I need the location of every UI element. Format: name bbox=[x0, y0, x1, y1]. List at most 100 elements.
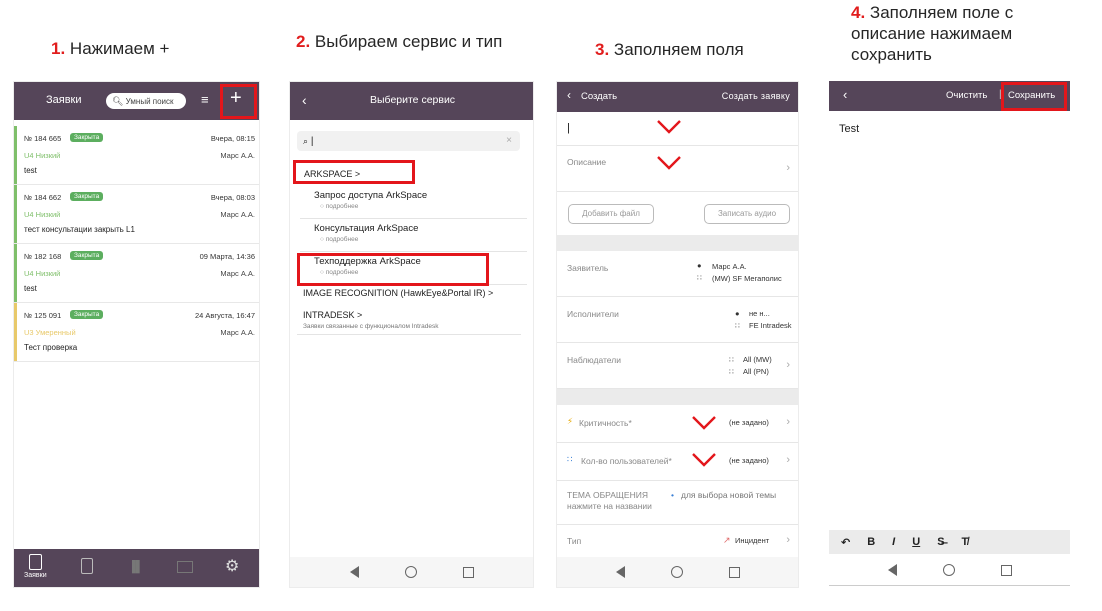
status-badge: Закрыта bbox=[70, 133, 104, 142]
ticket-row[interactable]: № 184 662 Закрыта Вчера, 08:03 U4 Низкий … bbox=[14, 185, 259, 244]
step-2-caption: 2. Выбираем сервис и тип bbox=[296, 32, 503, 51]
ticket-priority: U3 Умеренный bbox=[24, 328, 76, 337]
ticket-title: Тест проверка bbox=[24, 343, 78, 352]
recents-nav-icon[interactable] bbox=[462, 566, 474, 578]
service-item-title: Консультация ArkSpace bbox=[314, 223, 419, 234]
italic-icon[interactable]: I bbox=[892, 536, 895, 548]
applicant-row[interactable]: Заявитель ● Марс А.А. ∷ (MW) SF Мегаполи… bbox=[557, 251, 798, 297]
android-navbar bbox=[290, 557, 533, 587]
back-nav-icon[interactable] bbox=[615, 566, 625, 578]
create-ticket-button[interactable]: Создать заявку bbox=[722, 91, 790, 101]
ticket-row[interactable]: № 182 168 Закрыта 09 Марта, 14:36 U4 Низк… bbox=[14, 244, 259, 303]
chevron-right-icon: › bbox=[786, 359, 790, 371]
service-search-field[interactable]: ⌕ | × bbox=[297, 131, 520, 151]
screen-description-editor: ‹ Очистить | Сохранить Test ↶ B I U S̶ T̸ bbox=[829, 81, 1070, 586]
chevron-right-icon: › bbox=[786, 454, 790, 466]
step-4-caption: 4. Заполняем поле с описание нажимаем со… bbox=[851, 3, 1014, 64]
type-row[interactable]: Тип ↗ Инцидент › bbox=[557, 525, 798, 559]
create-back-label[interactable]: Создать bbox=[581, 91, 617, 102]
strikethrough-icon[interactable]: S̶ bbox=[937, 536, 944, 548]
ticket-author: Марс А.А. bbox=[220, 269, 255, 278]
ticket-row[interactable]: № 125 091 Закрыта 24 Августа, 16:47 U3 Ум… bbox=[14, 303, 259, 362]
user-icon: ● bbox=[697, 261, 702, 270]
priority-bar bbox=[14, 126, 17, 184]
android-navbar bbox=[829, 555, 1070, 586]
chevron-right-icon: › bbox=[786, 162, 790, 174]
screen-create-ticket: ‹ Создать Создать заявку | Описание › До… bbox=[556, 81, 799, 588]
home-nav-icon[interactable] bbox=[670, 566, 683, 578]
back-nav-icon[interactable] bbox=[349, 566, 359, 578]
group-icon: ∷ bbox=[735, 321, 740, 330]
tab-knowledge[interactable] bbox=[81, 558, 93, 574]
ticket-title: test bbox=[24, 284, 37, 293]
clear-icon[interactable]: × bbox=[506, 131, 512, 151]
ticket-number: № 125 091 bbox=[24, 311, 62, 320]
group-image-recognition[interactable]: IMAGE RECOGNITION (HawkEye&Portal IR) > bbox=[303, 288, 493, 298]
tab-assets[interactable] bbox=[177, 561, 193, 573]
status-badge: Закрыта bbox=[70, 192, 104, 201]
ticket-date: Вчера, 08:03 bbox=[210, 193, 255, 202]
back-icon[interactable]: ‹ bbox=[843, 87, 847, 102]
service-item[interactable]: Консультация ArkSpace ○ подробнее bbox=[300, 219, 527, 252]
service-item-more[interactable]: ○ подробнее bbox=[320, 203, 358, 210]
bold-icon[interactable]: B bbox=[867, 536, 875, 548]
ticket-number: № 184 662 bbox=[24, 193, 62, 202]
back-nav-icon[interactable] bbox=[887, 564, 897, 576]
section-divider bbox=[557, 235, 798, 251]
service-item-more[interactable]: ○ подробнее bbox=[320, 236, 358, 243]
ticket-date: 24 Августа, 16:47 bbox=[194, 311, 255, 320]
back-icon[interactable]: ‹ bbox=[302, 92, 307, 108]
undo-icon[interactable]: ↶ bbox=[841, 536, 850, 549]
add-file-button[interactable]: Добавить файл bbox=[568, 204, 654, 224]
service-item[interactable]: Запрос доступа ArkSpace ○ подробнее bbox=[300, 186, 527, 219]
underline-icon[interactable]: U bbox=[912, 536, 920, 548]
smart-search-button[interactable]: 🔍︎ Умный поиск bbox=[106, 93, 186, 109]
record-audio-button[interactable]: Записать аудио bbox=[704, 204, 790, 224]
tab-settings[interactable]: ⚙ bbox=[225, 556, 239, 576]
clear-button[interactable]: Очистить bbox=[946, 90, 987, 101]
recents-nav-icon[interactable] bbox=[728, 566, 740, 578]
service-appbar: ‹ Выберите сервис bbox=[290, 82, 533, 120]
group-icon: ∷ bbox=[697, 273, 702, 282]
priority-bar bbox=[14, 185, 17, 243]
divider bbox=[297, 334, 521, 335]
topic-row[interactable]: ТЕМА ОБРАЩЕНИЯ нажмите на названии • для… bbox=[557, 481, 798, 525]
annotation-chevron-icon bbox=[692, 453, 716, 467]
chevron-right-icon: › bbox=[786, 416, 790, 428]
criticality-row[interactable]: ⚡︎ Критичность* (не задано) › bbox=[557, 405, 798, 443]
observers-row[interactable]: Наблюдатели ∷ All (MW) ∷ All (PN) › bbox=[557, 343, 798, 389]
ticket-title: тест консультации закрыть L1 bbox=[24, 225, 135, 234]
filter-icon[interactable]: ≡ bbox=[201, 92, 209, 107]
back-icon[interactable]: ‹ bbox=[567, 88, 571, 102]
users-count-row[interactable]: ∷ Кол-во пользователей* (не задано) › bbox=[557, 443, 798, 481]
home-nav-icon[interactable] bbox=[942, 564, 955, 576]
status-badge: Закрыта bbox=[70, 251, 104, 260]
user-icon: ● bbox=[735, 309, 740, 318]
step-3-caption: 3. Заполняем поля bbox=[595, 40, 744, 59]
priority-bar bbox=[14, 244, 17, 302]
ticket-priority: U4 Низкий bbox=[24, 210, 61, 219]
ticket-number: № 182 168 bbox=[24, 252, 62, 261]
ticket-author: Марс А.А. bbox=[220, 151, 255, 160]
ticket-row[interactable]: № 184 665 Закрыта Вчера, 08:15 U4 Низкий … bbox=[14, 126, 259, 185]
bottom-tabbar: Заявки ▐▌ ⚙ bbox=[14, 549, 259, 587]
priority-bar bbox=[14, 303, 17, 361]
home-nav-icon[interactable] bbox=[404, 566, 417, 578]
dot-icon: • bbox=[671, 490, 674, 500]
description-editor[interactable]: Test bbox=[839, 123, 859, 135]
search-icon: ⌕ bbox=[303, 136, 309, 146]
gear-icon: ⚙ bbox=[225, 558, 240, 575]
highlight-add-button bbox=[220, 84, 257, 119]
highlight-save bbox=[1001, 82, 1067, 111]
clear-format-icon[interactable]: T̸ bbox=[962, 536, 969, 548]
format-toolbar: ↶ B I U S̶ T̸ bbox=[829, 530, 1070, 554]
group-intradesk[interactable]: INTRADESK > bbox=[303, 310, 362, 320]
screen-tickets-list: Заявки 🔍︎ Умный поиск ≡ + № 184 665 Закры… bbox=[13, 81, 260, 588]
tickets-title: Заявки bbox=[46, 94, 82, 106]
recents-nav-icon[interactable] bbox=[1000, 564, 1012, 576]
executors-row[interactable]: Исполнители ● не н... ∷ FE Intradesk bbox=[557, 297, 798, 343]
tab-tickets[interactable]: Заявки bbox=[24, 554, 47, 579]
ticket-number: № 184 665 bbox=[24, 134, 62, 143]
screen-service-select: ‹ Выберите сервис ⌕ | × ARKSPACE > Запро… bbox=[289, 81, 534, 588]
tab-reports[interactable]: ▐▌ bbox=[128, 561, 144, 573]
